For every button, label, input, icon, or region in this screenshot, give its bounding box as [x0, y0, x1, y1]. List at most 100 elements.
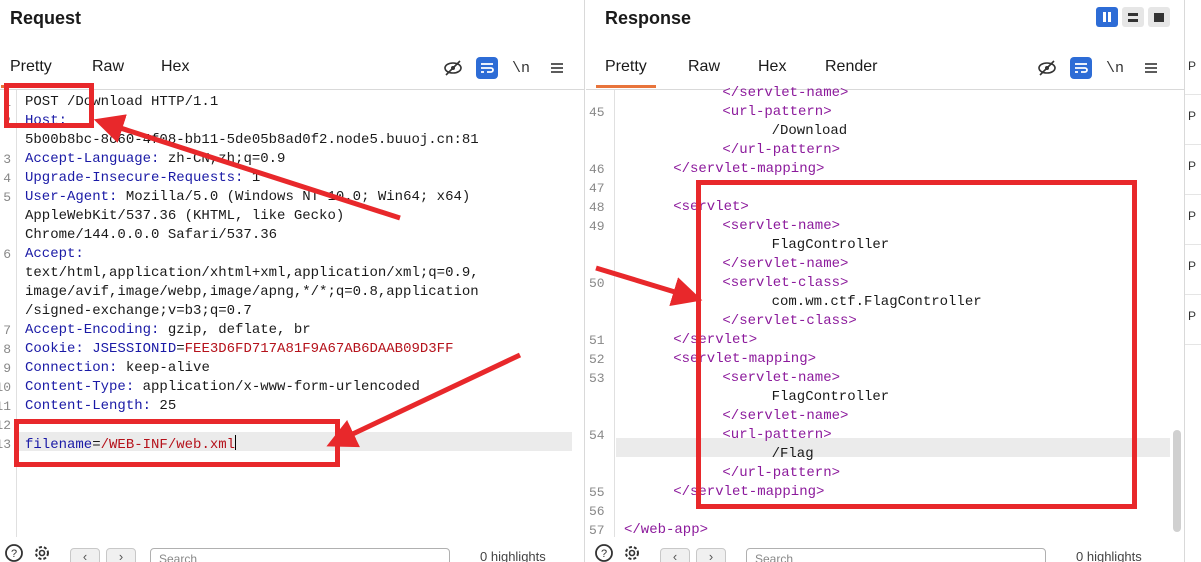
previous-button[interactable]: ‹: [660, 548, 690, 562]
line-number: 6: [3, 247, 11, 262]
code-token: Content-Length:: [25, 398, 160, 414]
inspector-item[interactable]: P: [1185, 195, 1201, 245]
response-title: Response: [605, 8, 692, 28]
request-footer: ? ‹ › Search 0 highlights: [0, 537, 584, 562]
code-line: Connection: keep-alive: [25, 359, 210, 378]
menu-icon[interactable]: [1138, 55, 1164, 81]
code-line: Content-Type: application/x-www-form-url…: [25, 378, 420, 397]
settings-icon[interactable]: [32, 543, 52, 562]
tab-raw[interactable]: Raw: [92, 58, 124, 76]
inspector-item[interactable]: P: [1185, 145, 1201, 195]
tab-hex[interactable]: Hex: [161, 58, 189, 76]
single-view-icon[interactable]: [1148, 7, 1170, 27]
line-number: 8: [3, 342, 11, 357]
previous-button[interactable]: ‹: [70, 548, 100, 562]
response-tabs: Pretty Raw Hex Render \n: [586, 50, 1184, 90]
line-number: 11: [0, 399, 11, 414]
inspector-strip: PPPPPP: [1184, 0, 1201, 562]
code-token: Mozilla/5.0 (Windows NT 10.0; Win64; x64…: [125, 189, 471, 205]
code-line: User-Agent: Mozilla/5.0 (Windows NT 10.0…: [25, 188, 470, 207]
line-number-gutter: 12345678910111213: [0, 90, 17, 537]
code-token: keep-alive: [125, 360, 210, 376]
code-line: Accept-Language: zh-CN,zh;q=0.9: [25, 150, 285, 169]
code-token: Cookie:: [25, 341, 93, 357]
line-number: 52: [589, 352, 605, 367]
code-token: </web-app>: [624, 522, 709, 538]
line-number-gutter: 45 46 47 48 49 50 51 52 53 54 55 56 57: [586, 90, 615, 538]
response-footer: ? ‹ › Search 0 highlights: [586, 537, 1184, 562]
code-line: image/avif,image/webp,image/apng,*/*;q=0…: [25, 283, 479, 302]
code-line: Cookie: JSESSIONID=FEE3D6FD717A81F9A67AB…: [25, 340, 453, 359]
code-token: /signed-exchange;v=b3;q=0.7: [25, 303, 252, 319]
code-token: </servlet-name>: [722, 85, 849, 101]
split-horizontal-icon[interactable]: [1096, 7, 1118, 27]
line-number: 54: [589, 428, 605, 443]
settings-icon[interactable]: [622, 543, 642, 562]
line-number: 12: [0, 418, 11, 433]
code-token: 25: [159, 398, 177, 414]
code-line: Content-Length: 25: [25, 397, 176, 416]
split-vertical-icon[interactable]: [1122, 7, 1144, 27]
code-token: Upgrade-Insecure-Requests:: [25, 170, 252, 186]
next-button[interactable]: ›: [106, 548, 136, 562]
line-number: 50: [589, 276, 605, 291]
line-number: 49: [589, 219, 605, 234]
inspector-item[interactable]: P: [1185, 295, 1201, 345]
code-token: Accept-Language:: [25, 151, 168, 167]
help-icon[interactable]: ?: [4, 543, 24, 562]
annotation-box-post-line: [4, 83, 94, 128]
code-line: <url-pattern>: [722, 103, 831, 122]
code-token: zh-CN,zh;q=0.9: [167, 151, 286, 167]
tab-pretty[interactable]: Pretty: [596, 58, 656, 88]
code-line: Accept:: [25, 245, 84, 264]
tab-pretty[interactable]: Pretty: [1, 58, 61, 88]
line-number: 3: [3, 152, 11, 167]
code-line: Upgrade-Insecure-Requests: 1: [25, 169, 260, 188]
hide-nonprintable-icon[interactable]: [1034, 55, 1060, 81]
line-number: 47: [589, 181, 605, 196]
line-number: 5: [3, 190, 11, 205]
code-token: =: [176, 341, 185, 357]
search-input[interactable]: Search: [150, 548, 450, 562]
hide-nonprintable-icon[interactable]: [440, 55, 466, 81]
line-number: 56: [589, 504, 605, 519]
code-line: 5b00b8bc-8c60-4f08-bb11-5de05b8ad0f2.nod…: [25, 131, 479, 150]
code-token: 5b00b8bc-8c60-4f08-bb11-5de05b8ad0f2.nod…: [25, 132, 479, 148]
search-input[interactable]: Search: [746, 548, 1046, 562]
code-line: Accept-Encoding: gzip, deflate, br: [25, 321, 311, 340]
code-token: User-Agent:: [25, 189, 126, 205]
tab-raw[interactable]: Raw: [688, 58, 720, 76]
code-token: JSESSIONID: [92, 341, 177, 357]
code-token: gzip, deflate, br: [167, 322, 311, 338]
tab-hex[interactable]: Hex: [758, 58, 786, 76]
code-token: 1: [251, 170, 261, 186]
highlight-count: 0 highlights: [1076, 549, 1142, 562]
svg-text:?: ?: [11, 548, 17, 560]
code-line: </servlet-mapping>: [673, 160, 824, 179]
next-button[interactable]: ›: [696, 548, 726, 562]
inspector-item[interactable]: P: [1185, 95, 1201, 145]
code-token: AppleWebKit/537.36 (KHTML, like Gecko): [25, 208, 345, 224]
code-line: </url-pattern>: [722, 141, 840, 160]
menu-icon[interactable]: [544, 55, 570, 81]
inspector-item[interactable]: P: [1185, 245, 1201, 295]
help-icon[interactable]: ?: [594, 543, 614, 562]
request-editor[interactable]: 12345678910111213 POST /Download HTTP/1.…: [0, 90, 584, 537]
vertical-scrollbar[interactable]: [1173, 430, 1181, 532]
code-token: image/avif,image/webp,image/apng,*/*;q=0…: [25, 284, 479, 300]
word-wrap-icon[interactable]: [1070, 57, 1092, 79]
code-line: </servlet-name>: [722, 84, 848, 103]
code-token: FEE3D6FD717A81F9A67AB6DAAB09D3FF: [184, 341, 454, 357]
code-line: Chrome/144.0.0.0 Safari/537.36: [25, 226, 277, 245]
line-number: 55: [589, 485, 605, 500]
code-token: </url-pattern>: [722, 142, 841, 158]
annotation-box-filename: [14, 419, 340, 467]
layout-toggle: [1096, 7, 1170, 27]
newline-toggle[interactable]: \n: [508, 55, 534, 81]
code-token: Content-Type:: [25, 379, 143, 395]
line-number: 53: [589, 371, 605, 386]
inspector-item[interactable]: P: [1185, 45, 1201, 95]
word-wrap-icon[interactable]: [476, 57, 498, 79]
tab-render[interactable]: Render: [825, 58, 877, 76]
newline-toggle[interactable]: \n: [1102, 55, 1128, 81]
